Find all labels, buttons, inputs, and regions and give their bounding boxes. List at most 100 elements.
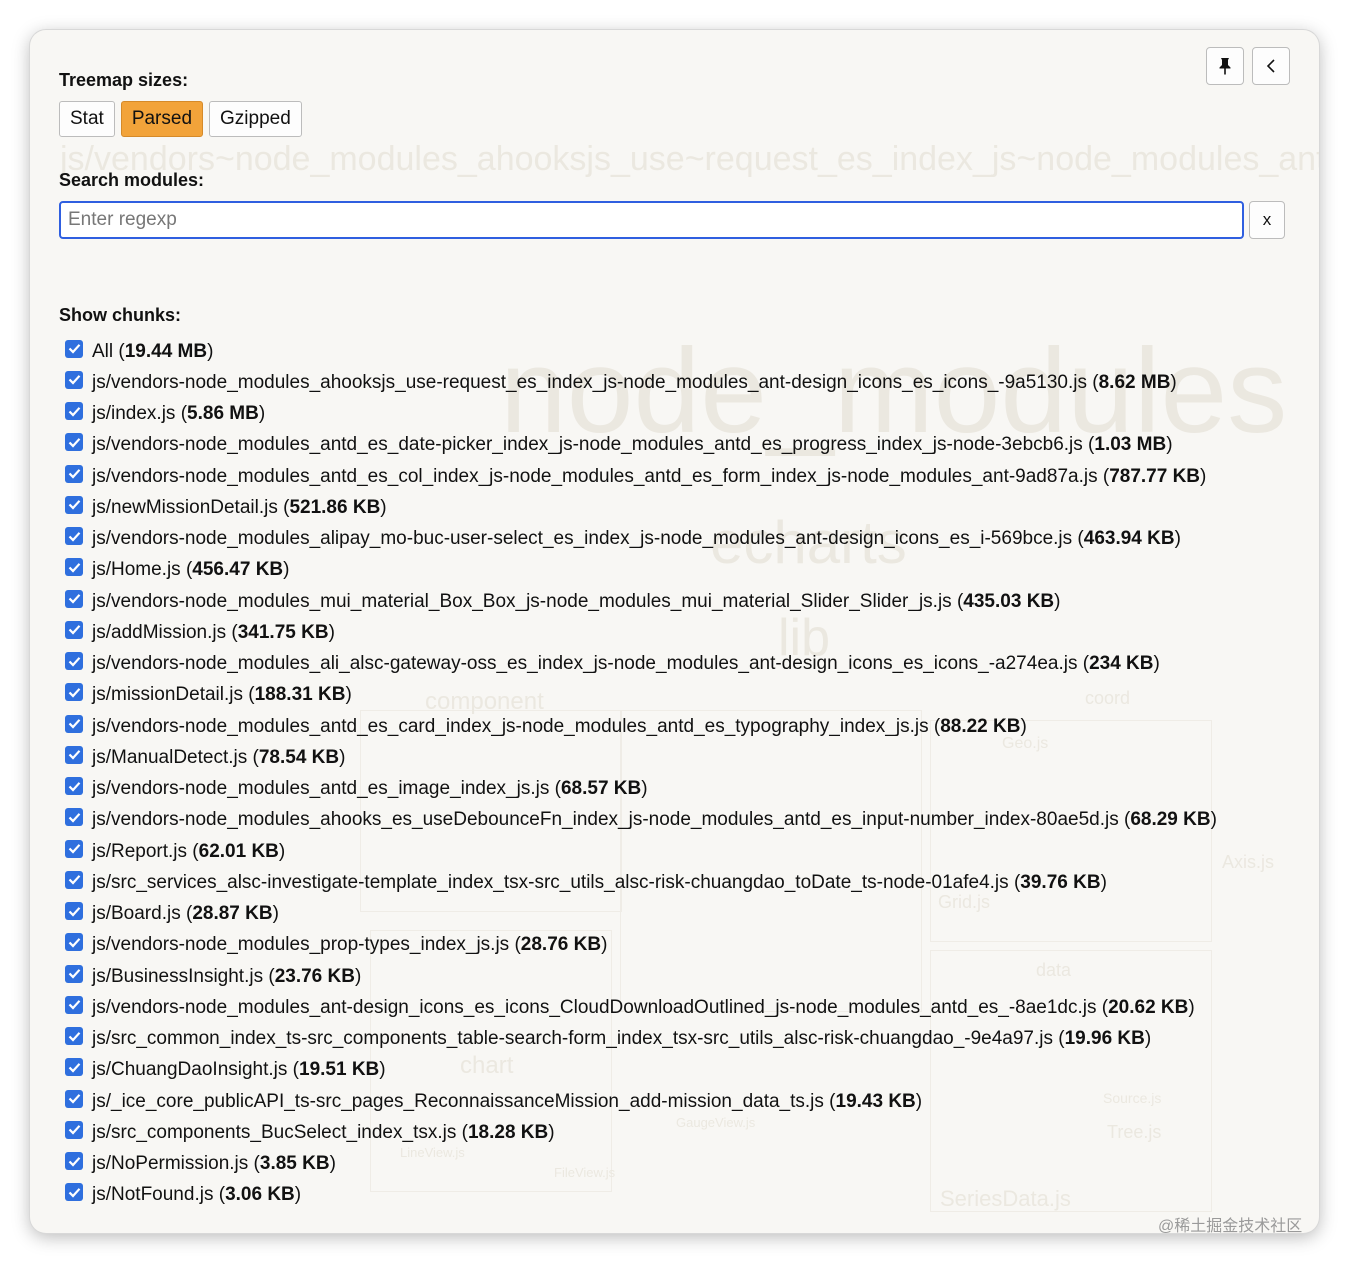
chunk-checkbox[interactable]: [65, 1058, 83, 1077]
chunk-item[interactable]: js/vendors-node_modules_prop-types_index…: [65, 930, 1217, 961]
chunk-size: 78.54 KB: [258, 746, 340, 768]
chunk-size: 39.76 KB: [1020, 871, 1101, 893]
chunk-item[interactable]: js/src_services_alsc-investigate-templat…: [65, 867, 1217, 898]
chunk-item[interactable]: js/_ice_core_publicAPI_ts-src_pages_Reco…: [65, 1086, 1217, 1117]
chunk-checkbox[interactable]: [65, 683, 83, 702]
stat-size-button[interactable]: Stat: [59, 101, 115, 137]
chunk-size-close: ): [380, 496, 387, 518]
chunk-item[interactable]: js/index.js (5.86 MB): [65, 399, 1217, 430]
chunk-item[interactable]: js/Report.js (62.01 KB): [65, 836, 1217, 867]
chunk-name: js/vendors-node_modules_ahooksjs_use-req…: [92, 371, 1087, 393]
show-chunks-label: Show chunks:: [59, 305, 182, 325]
chunk-name: js/vendors-node_modules_ahooks_es_useDeb…: [92, 809, 1119, 831]
parsed-size-button[interactable]: Parsed: [120, 101, 204, 137]
chunk-name: js/vendors-node_modules_antd_es_col_inde…: [92, 465, 1098, 487]
chunk-item[interactable]: js/NoPermission.js (3.85 KB): [65, 1149, 1217, 1180]
chunk-checkbox[interactable]: [65, 370, 83, 389]
chunk-checkbox[interactable]: [65, 1027, 83, 1046]
chunk-item[interactable]: js/vendors-node_modules_antd_es_card_ind…: [65, 711, 1217, 742]
chunk-item[interactable]: js/ChuangDaoInsight.js (19.51 KB): [65, 1055, 1217, 1086]
chunk-item[interactable]: js/vendors-node_modules_antd_es_date-pic…: [65, 430, 1217, 461]
chunk-checkbox[interactable]: [65, 527, 83, 546]
chunk-size-close: ): [1200, 465, 1207, 487]
chunk-checkbox[interactable]: [65, 839, 83, 858]
chunk-size: 19.96 KB: [1064, 1028, 1145, 1050]
checkmark-icon: [68, 656, 80, 667]
chunk-name: js/Board.js: [92, 903, 181, 925]
chunk-checkbox[interactable]: [65, 402, 83, 421]
chunk-checkbox[interactable]: [65, 745, 83, 764]
chunk-checkbox[interactable]: [65, 464, 83, 483]
chunk-item[interactable]: js/vendors-node_modules_ahooks_es_useDeb…: [65, 805, 1217, 836]
chunk-name: js/BusinessInsight.js: [92, 965, 264, 987]
chunk-name: All: [92, 340, 114, 362]
chunk-checkbox[interactable]: [65, 652, 83, 671]
chunk-name: js/ManualDetect.js: [92, 746, 248, 768]
chunk-checkbox[interactable]: [65, 339, 83, 358]
pin-button[interactable]: [1206, 47, 1244, 85]
chunk-name: js/src_components_BucSelect_index_tsx.js: [92, 1121, 457, 1143]
chunk-name: js/ChuangDaoInsight.js: [92, 1059, 288, 1081]
gzipped-size-button[interactable]: Gzipped: [209, 101, 302, 137]
chunk-item[interactable]: js/vendors-node_modules_ali_alsc-gateway…: [65, 649, 1217, 680]
chunk-size: 18.28 KB: [467, 1121, 549, 1143]
clear-search-button[interactable]: x: [1249, 201, 1285, 239]
chunk-name: js/missionDetail.js: [92, 684, 243, 706]
chunk-size: 28.87 KB: [192, 903, 273, 925]
chunk-item[interactable]: js/src_components_BucSelect_index_tsx.js…: [65, 1117, 1217, 1148]
chunk-size-close: ): [345, 684, 352, 706]
chunk-item-all[interactable]: All (19.44 MB): [65, 336, 1217, 367]
chunk-name: js/addMission.js: [92, 621, 227, 643]
chunk-checkbox[interactable]: [65, 870, 83, 889]
chunk-checkbox[interactable]: [65, 714, 83, 733]
chunk-item[interactable]: js/vendors-node_modules_alipay_mo-buc-us…: [65, 524, 1217, 555]
chunk-size: 435.03 KB: [963, 590, 1055, 612]
chunk-item[interactable]: js/Board.js (28.87 KB): [65, 899, 1217, 930]
chunk-size-open: (: [213, 1184, 226, 1206]
chunk-checkbox[interactable]: [65, 558, 83, 577]
chunk-item[interactable]: js/addMission.js (341.75 KB): [65, 617, 1217, 648]
chunk-checkbox[interactable]: [65, 1183, 83, 1202]
chunk-checkbox[interactable]: [65, 1152, 83, 1171]
chunk-checkbox[interactable]: [65, 995, 83, 1014]
chunk-checkbox[interactable]: [65, 495, 83, 514]
chunk-checkbox[interactable]: [65, 808, 83, 827]
chunk-name: js/vendors-node_modules_antd_es_card_ind…: [92, 715, 929, 737]
chunk-size-close: ): [283, 559, 290, 581]
chunk-item[interactable]: js/vendors-node_modules_antd_es_image_in…: [65, 774, 1217, 805]
chunk-item[interactable]: js/Home.js (456.47 KB): [65, 555, 1217, 586]
chunk-item[interactable]: js/src_common_index_ts-src_components_ta…: [65, 1024, 1217, 1055]
collapse-sidebar-button[interactable]: [1252, 47, 1290, 85]
chunk-size: 1.03 MB: [1094, 434, 1167, 456]
chunk-checkbox[interactable]: [65, 1089, 83, 1108]
chunk-size-close: ): [1054, 590, 1061, 612]
chunk-checkbox[interactable]: [65, 902, 83, 921]
checkmark-icon: [68, 937, 80, 948]
chunk-item[interactable]: js/BusinessInsight.js (23.76 KB): [65, 961, 1217, 992]
chunk-checkbox[interactable]: [65, 620, 83, 639]
checkmark-icon: [68, 1187, 80, 1198]
chunk-item[interactable]: js/newMissionDetail.js (521.86 KB): [65, 492, 1217, 523]
chunk-item[interactable]: js/vendors-node_modules_antd_es_col_inde…: [65, 461, 1217, 492]
chunk-item[interactable]: js/vendors-node_modules_ant-design_icons…: [65, 992, 1217, 1023]
chunk-checkbox[interactable]: [65, 1120, 83, 1139]
chunk-item[interactable]: js/vendors-node_modules_ahooksjs_use-req…: [65, 367, 1217, 398]
chunk-checkbox[interactable]: [65, 933, 83, 952]
chunk-size-open: (: [113, 340, 125, 362]
chunk-checkbox[interactable]: [65, 777, 83, 796]
chunk-size: 68.57 KB: [560, 778, 642, 800]
chunk-size: 8.62 MB: [1098, 371, 1171, 393]
chunk-item[interactable]: js/NotFound.js (3.06 KB): [65, 1180, 1217, 1211]
chunk-checkbox[interactable]: [65, 433, 83, 452]
chunk-name: js/vendors-node_modules_antd_es_date-pic…: [92, 434, 1083, 456]
chunk-item[interactable]: js/missionDetail.js (188.31 KB): [65, 680, 1217, 711]
chunk-item[interactable]: js/vendors-node_modules_mui_material_Box…: [65, 586, 1217, 617]
checkmark-icon: [68, 719, 80, 729]
checkmark-icon: [68, 1094, 80, 1104]
chunk-item[interactable]: js/ManualDetect.js (78.54 KB): [65, 742, 1217, 773]
chunk-checkbox[interactable]: [65, 964, 83, 983]
checkmark-icon: [68, 1156, 80, 1167]
chunk-checkbox[interactable]: [65, 589, 83, 608]
search-input[interactable]: [59, 201, 1244, 239]
chunk-size-close: ): [379, 1059, 386, 1081]
